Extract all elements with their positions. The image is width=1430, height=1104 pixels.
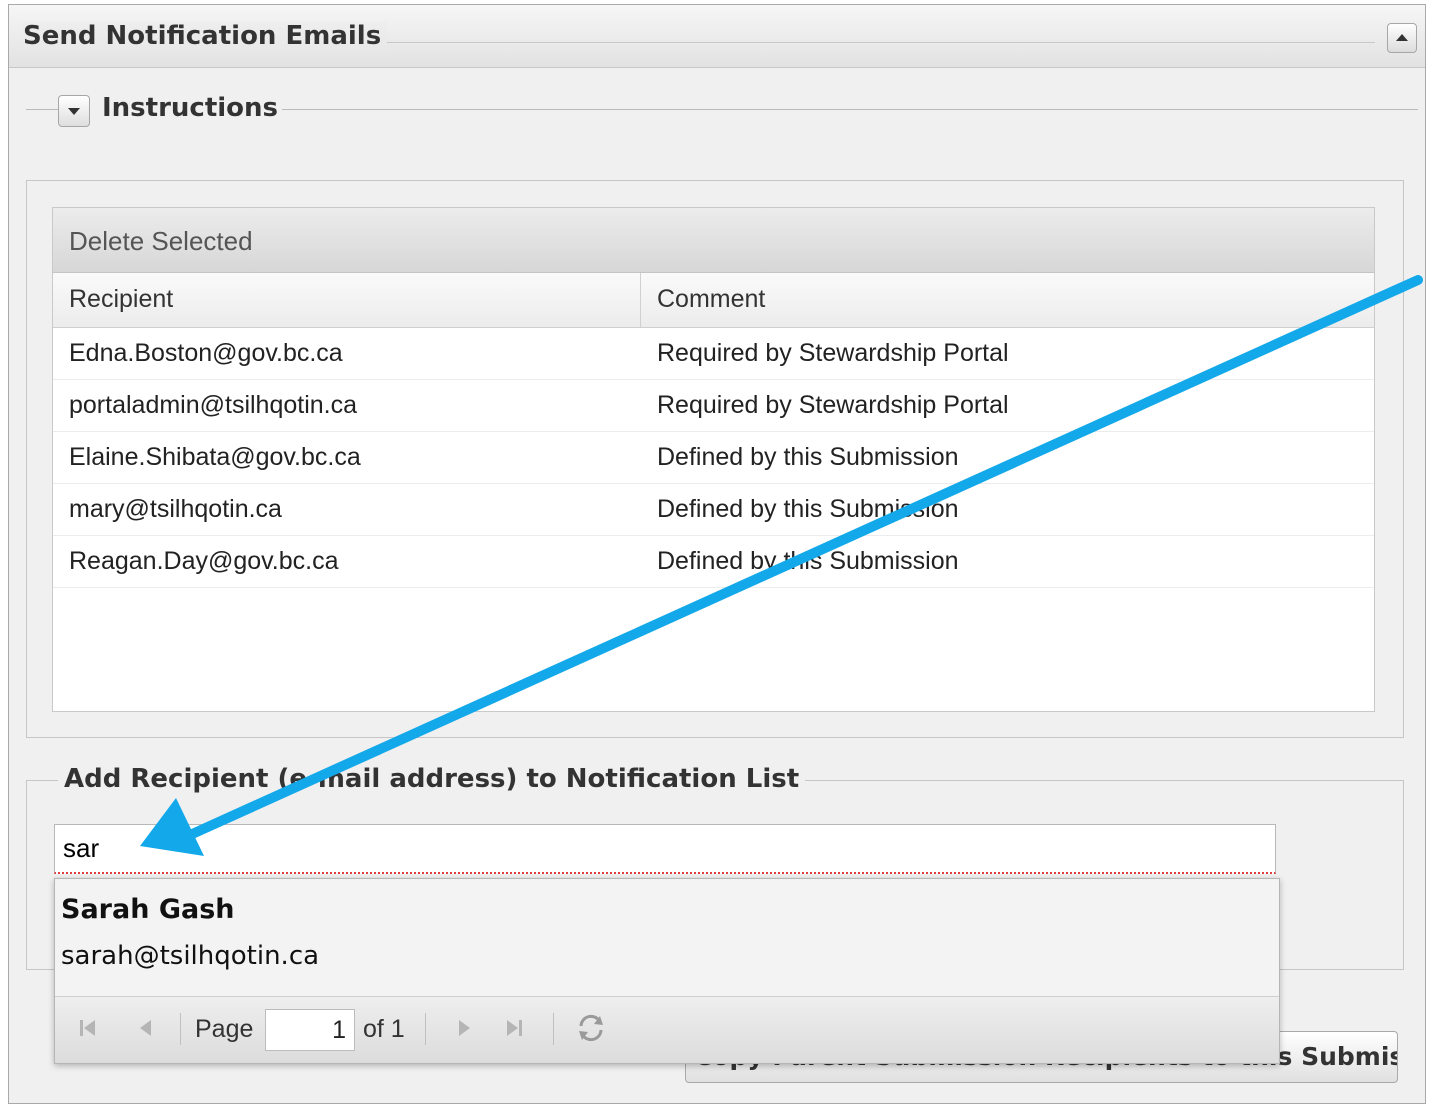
table-row[interactable]: Elaine.Shibata@gov.bc.ca Defined by this… [53,432,1374,484]
comment-cell: Defined by this Submission [657,547,959,575]
suggestion-name: Sarah Gash [61,894,235,925]
pager-toolbar: Page 1 of 1 [55,997,1279,1063]
table-row[interactable]: Edna.Boston@gov.bc.ca Required by Stewar… [53,328,1374,380]
comment-cell: Required by Stewardship Portal [657,391,1009,419]
previous-page-icon[interactable] [135,1017,157,1039]
recipient-search-input[interactable]: sar [54,824,1276,874]
collapse-panel-button[interactable] [1387,23,1417,53]
column-header-recipient[interactable]: Recipient [53,273,641,327]
pager-separator [553,1013,554,1045]
page-label: Page [195,1015,254,1043]
recipient-cell: portaladmin@tsilhqotin.ca [69,391,358,419]
table-row[interactable]: portaladmin@tsilhqotin.ca Required by St… [53,380,1374,432]
suggestion-dropdown: Sarah Gash sarah@tsilhqotin.ca Page 1 of… [54,878,1280,1064]
recipient-cell: Reagan.Day@gov.bc.ca [69,547,339,575]
instructions-rule-right [282,109,1418,110]
grid-toolbar: Delete Selected [53,208,1374,273]
page-count-label: of 1 [363,1015,405,1043]
instructions-label: Instructions [102,93,279,123]
suggestion-item[interactable]: Sarah Gash sarah@tsilhqotin.ca [55,879,1279,997]
suggestion-email: sarah@tsilhqotin.ca [61,941,320,971]
recipient-cell: Edna.Boston@gov.bc.ca [69,339,343,367]
comment-cell: Defined by this Submission [657,495,959,523]
expand-instructions-button[interactable] [58,95,90,127]
panel-header: Send Notification Emails [9,5,1425,68]
page-number-input[interactable]: 1 [265,1009,355,1051]
comment-cell: Required by Stewardship Portal [657,339,1009,367]
instructions-rule-left [26,109,62,110]
recipients-grid: Delete Selected Recipient Comment Edna.B… [52,207,1375,712]
add-recipient-legend: Add Recipient (e-mail address) to Notifi… [58,764,806,794]
recipient-cell: Elaine.Shibata@gov.bc.ca [69,443,361,471]
panel-title: Send Notification Emails [23,21,388,51]
column-header-comment[interactable]: Comment [641,273,1374,327]
last-page-icon[interactable] [503,1017,525,1039]
next-page-icon[interactable] [453,1017,475,1039]
delete-selected-button[interactable]: Delete Selected [69,226,253,257]
refresh-icon[interactable] [575,1012,607,1044]
table-row[interactable]: Reagan.Day@gov.bc.ca Defined by this Sub… [53,536,1374,588]
pager-separator [180,1013,181,1045]
first-page-icon[interactable] [77,1017,99,1039]
recipient-cell: mary@tsilhqotin.ca [69,495,282,523]
comment-cell: Defined by this Submission [657,443,959,471]
pager-separator [425,1013,426,1045]
grid-header: Recipient Comment [53,273,1374,328]
table-row[interactable]: mary@tsilhqotin.ca Defined by this Submi… [53,484,1374,536]
